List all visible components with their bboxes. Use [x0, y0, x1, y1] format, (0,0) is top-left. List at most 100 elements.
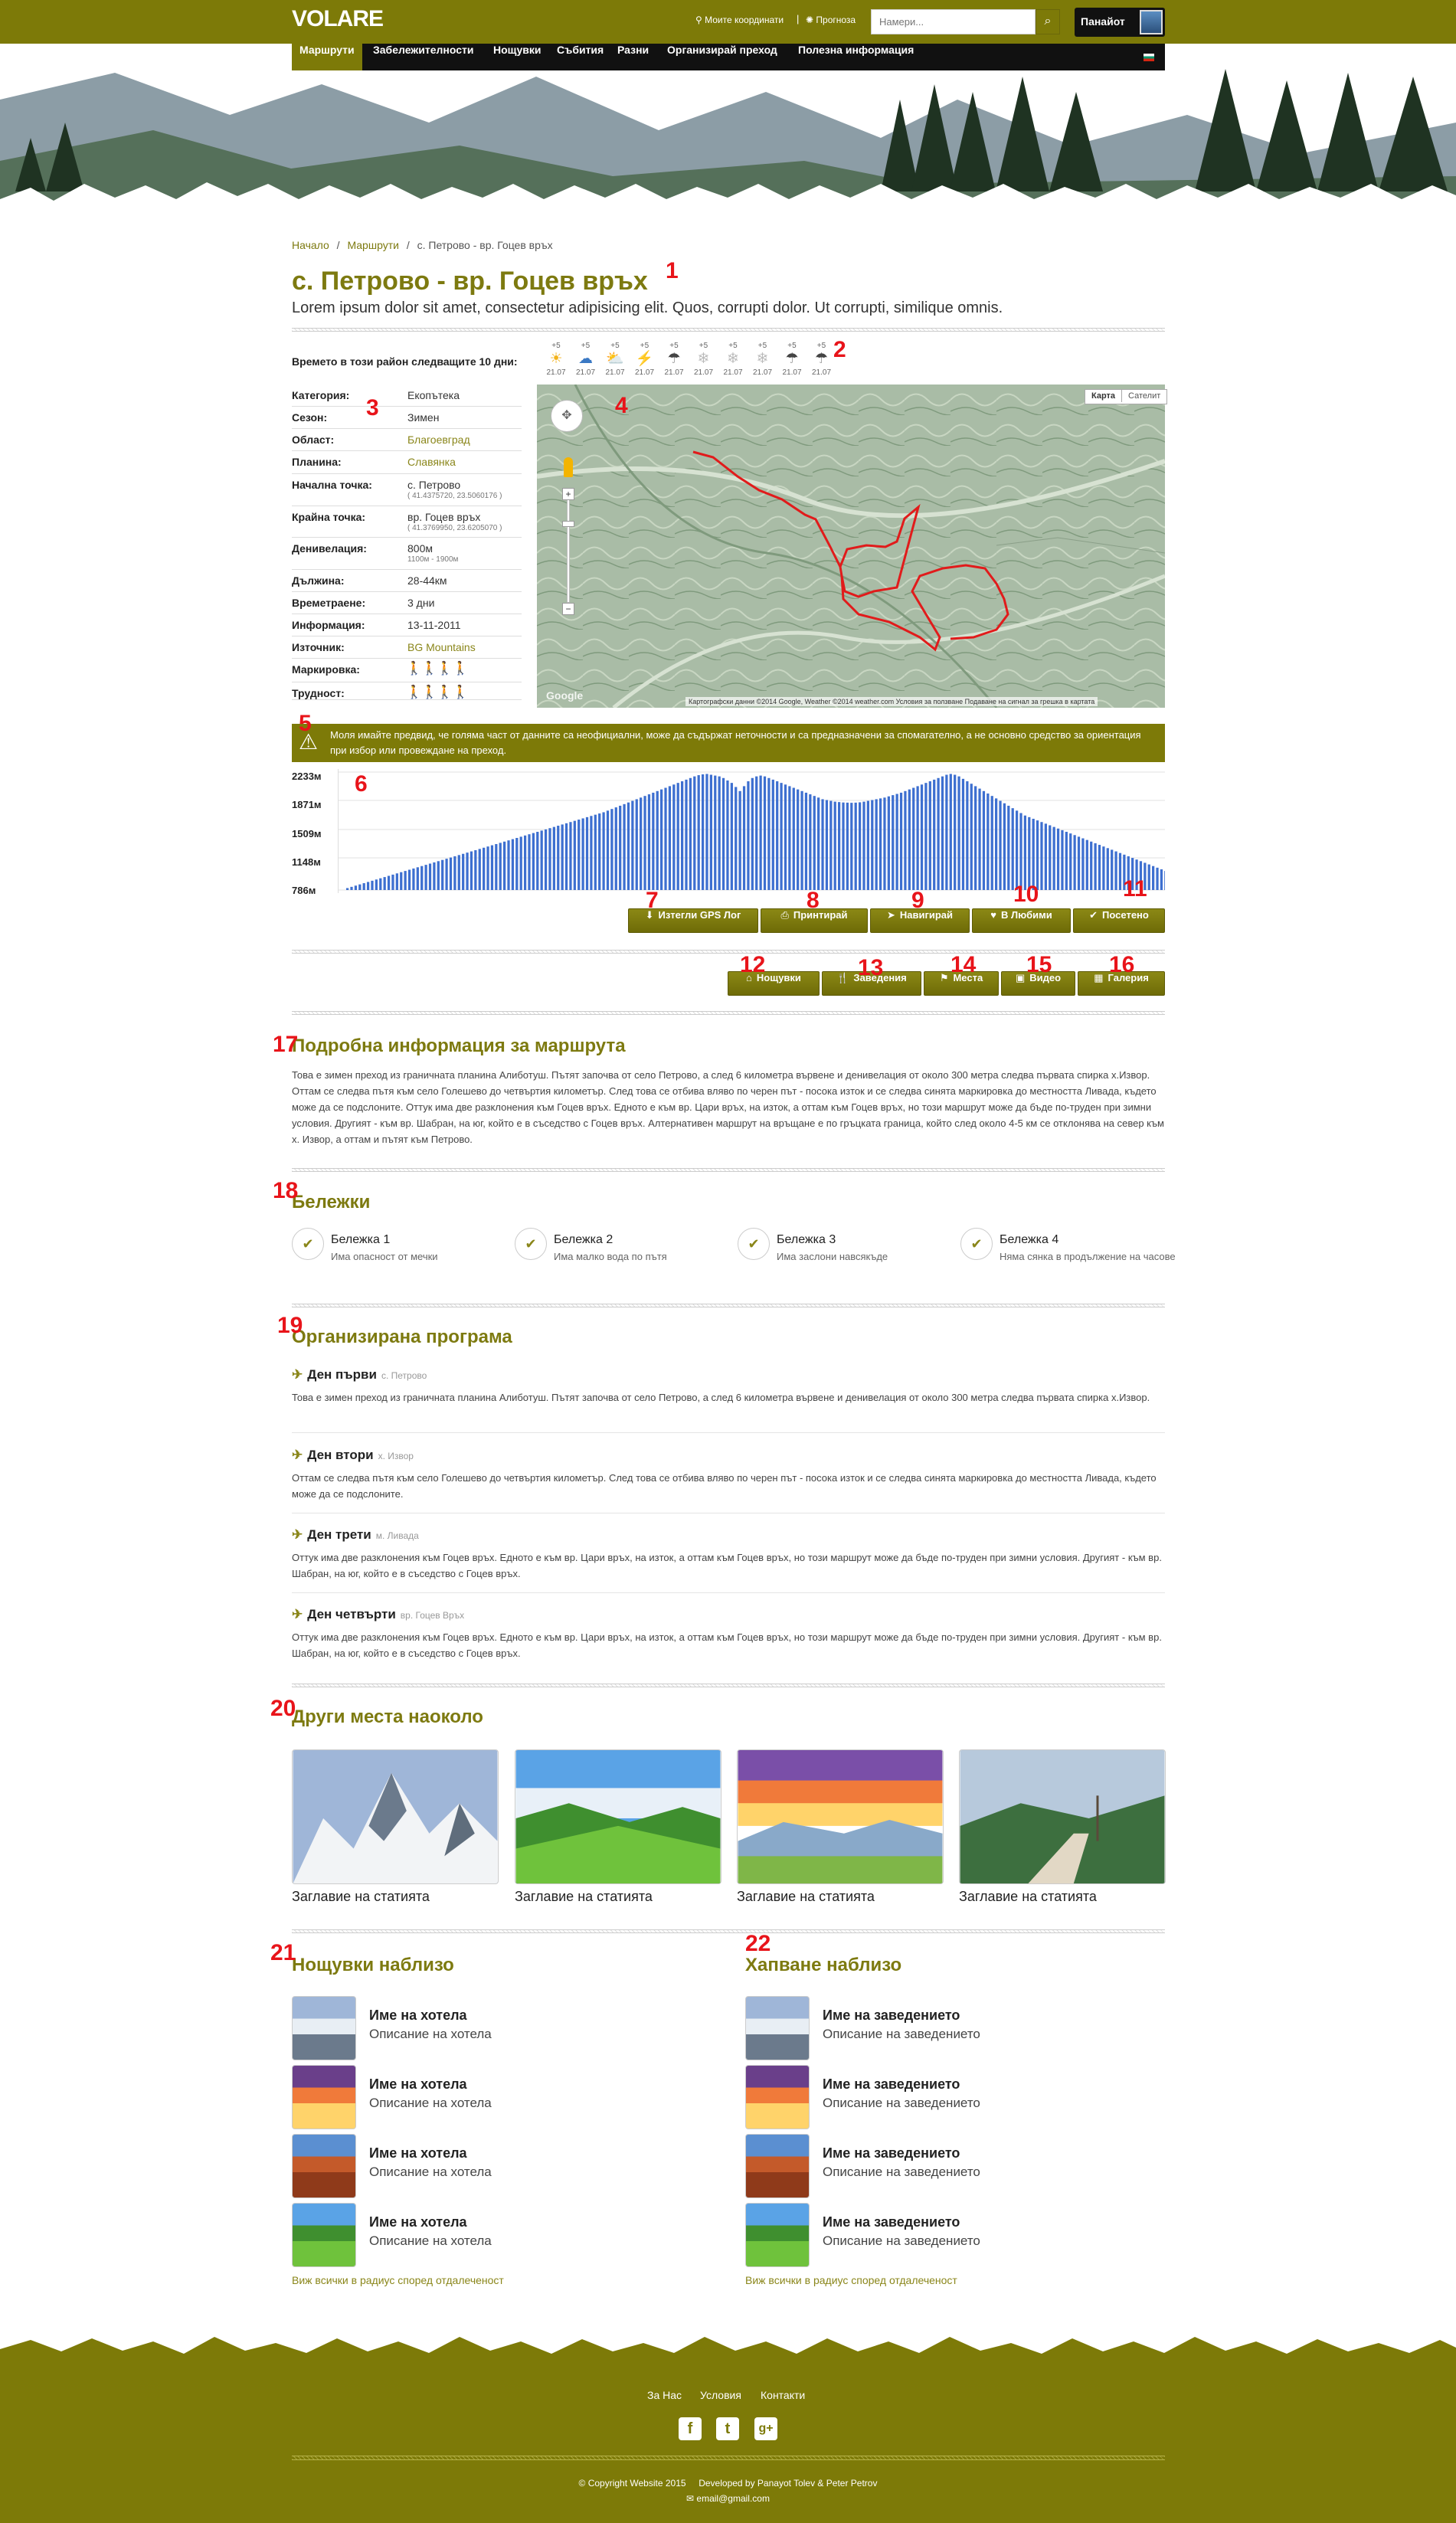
- info-row-divider: [292, 658, 522, 659]
- info-value[interactable]: Славянка: [407, 456, 456, 468]
- elevation-chart: [338, 769, 1165, 893]
- info-value[interactable]: BG Mountains: [407, 641, 476, 653]
- food-thumbnail[interactable]: [745, 2203, 810, 2267]
- lodging-thumbnail[interactable]: [292, 1996, 356, 2060]
- user-name[interactable]: Панайот: [1081, 15, 1125, 28]
- twitter-icon[interactable]: t: [716, 2417, 739, 2440]
- footer-link-about[interactable]: За Нас: [647, 2389, 682, 2401]
- breadcrumb-routes[interactable]: Маршрути: [347, 239, 398, 251]
- elevation-bar: [689, 777, 692, 890]
- route-map[interactable]: ✥ + − Google: [537, 385, 1165, 708]
- nav-item-routes[interactable]: Маршрути: [292, 44, 362, 70]
- search-button[interactable]: ⌕: [1036, 9, 1060, 34]
- program-day-place: с. Петрово: [381, 1370, 427, 1381]
- elevation-bar: [664, 787, 667, 890]
- avatar[interactable]: [1140, 10, 1163, 34]
- weather-day[interactable]: +5 ☂ 21.07: [808, 342, 836, 378]
- lodging-thumbnail[interactable]: [292, 2134, 356, 2198]
- elevation-bar: [614, 807, 617, 890]
- place-caption[interactable]: Заглавие на статията: [959, 1889, 1097, 1905]
- info-subvalue: ( 41.4375720, 23.5060176 ): [407, 492, 502, 500]
- weather-day[interactable]: +5 ❄ 21.07: [690, 342, 718, 378]
- place-caption[interactable]: Заглавие на статията: [737, 1889, 875, 1905]
- elevation-bar: [585, 816, 589, 890]
- food-item-title[interactable]: Име на заведението: [823, 2145, 960, 2161]
- lodging-item-title[interactable]: Име на хотела: [369, 2008, 467, 2024]
- forecast-link[interactable]: ✺ Прогноза: [806, 15, 856, 25]
- bulgarian-flag-icon[interactable]: [1144, 54, 1154, 61]
- food-item-title[interactable]: Име на заведението: [823, 2008, 960, 2024]
- elevation-bar: [577, 820, 581, 890]
- place-card[interactable]: [515, 1749, 721, 1888]
- elevation-bar: [495, 843, 498, 890]
- weather-day[interactable]: +5 ☂ 21.07: [778, 342, 806, 378]
- map-type-map[interactable]: Карта: [1085, 390, 1121, 402]
- weather-date: 21.07: [605, 368, 625, 377]
- facebook-icon[interactable]: f: [679, 2417, 702, 2440]
- place-card[interactable]: [292, 1749, 499, 1888]
- favorite-button[interactable]: ♥ В Любими: [972, 908, 1071, 933]
- lodging-thumbnail[interactable]: [292, 2203, 356, 2267]
- weather-day[interactable]: +5 ❄ 21.07: [719, 342, 747, 378]
- lodging-thumbnail[interactable]: [292, 2065, 356, 2129]
- zoom-handle[interactable]: [562, 521, 574, 527]
- food-thumbnail[interactable]: [745, 1996, 810, 2060]
- elevation-bar: [424, 865, 427, 890]
- info-value: Зимен: [407, 411, 440, 424]
- street-view-pegman-icon[interactable]: [564, 457, 573, 477]
- site-logo[interactable]: VOLARE: [292, 6, 384, 32]
- lodging-item-title[interactable]: Име на хотела: [369, 2214, 467, 2230]
- elevation-bar: [387, 875, 391, 890]
- weather-day[interactable]: +5 ⛅ 21.07: [601, 342, 629, 378]
- weather-temp: +5: [610, 342, 620, 350]
- elevation-bar: [404, 871, 407, 890]
- nav-item-events[interactable]: Събития: [549, 44, 611, 70]
- footer-link-contacts[interactable]: Контакти: [761, 2389, 805, 2401]
- weather-day[interactable]: +5 ☀ 21.07: [542, 342, 570, 378]
- annotation-number: 14: [950, 952, 977, 977]
- food-thumbnail[interactable]: [745, 2134, 810, 2198]
- map-type-satellite[interactable]: Сателит: [1121, 390, 1166, 402]
- weather-date: 21.07: [575, 368, 596, 377]
- hiker-icon: 🚶: [421, 661, 437, 676]
- elevation-bar: [635, 799, 638, 890]
- place-caption[interactable]: Заглавие на статията: [292, 1889, 430, 1905]
- breadcrumb-home[interactable]: Начало: [292, 239, 329, 251]
- section-divider: [292, 328, 1165, 332]
- google-plus-icon[interactable]: g+: [754, 2417, 777, 2440]
- map-attribution: Картографски данни ©2014 Google, Weather…: [685, 697, 1098, 706]
- food-see-all-link[interactable]: Виж всички в радиус според отдалеченост: [745, 2274, 957, 2286]
- weather-day[interactable]: +5 ☁ 21.07: [572, 342, 600, 378]
- lodging-item-title[interactable]: Име на хотела: [369, 2145, 467, 2161]
- my-coordinates-link[interactable]: ⚲ Моите координати: [695, 15, 784, 25]
- place-card[interactable]: [737, 1749, 944, 1888]
- nav-item-landmarks[interactable]: Забележителности: [365, 44, 481, 70]
- zoom-in-button[interactable]: +: [562, 488, 574, 500]
- weather-day[interactable]: +5 ⚡ 21.07: [631, 342, 659, 378]
- nav-item-lodging[interactable]: Нощувки: [486, 44, 548, 70]
- search-input[interactable]: [871, 9, 1036, 34]
- place-card[interactable]: [959, 1749, 1166, 1888]
- elevation-bar: [647, 794, 651, 890]
- nav-item-useful-info[interactable]: Полезна информация: [790, 44, 921, 70]
- footer-link-terms[interactable]: Условия: [700, 2389, 741, 2401]
- nav-item-organize[interactable]: Организирай преход: [659, 44, 785, 70]
- nav-item-misc[interactable]: Разни: [610, 44, 656, 70]
- lodging-item-title[interactable]: Име на хотела: [369, 2076, 467, 2093]
- food-item-title[interactable]: Име на заведението: [823, 2214, 960, 2230]
- zoom-slider[interactable]: [567, 492, 570, 603]
- visited-button[interactable]: ✔ Посетено: [1073, 908, 1165, 933]
- place-caption[interactable]: Заглавие на статията: [515, 1889, 653, 1905]
- lodging-see-all-link[interactable]: Виж всички в радиус според отдалеченост: [292, 2274, 504, 2286]
- food-thumbnail[interactable]: [745, 2065, 810, 2129]
- zoom-out-button[interactable]: −: [562, 603, 574, 615]
- footer-email[interactable]: ✉ email@gmail.com: [0, 2493, 1456, 2504]
- hiker-icon: 🚶: [437, 685, 453, 699]
- map-pan-control[interactable]: ✥: [551, 400, 583, 432]
- info-value[interactable]: Благоевград: [407, 434, 470, 446]
- weather-day[interactable]: +5 ❄ 21.07: [749, 342, 777, 378]
- weather-day[interactable]: +5 ☂ 21.07: [660, 342, 688, 378]
- elevation-bar: [842, 802, 845, 890]
- food-item-title[interactable]: Име на заведението: [823, 2076, 960, 2093]
- elevation-bar: [466, 852, 469, 890]
